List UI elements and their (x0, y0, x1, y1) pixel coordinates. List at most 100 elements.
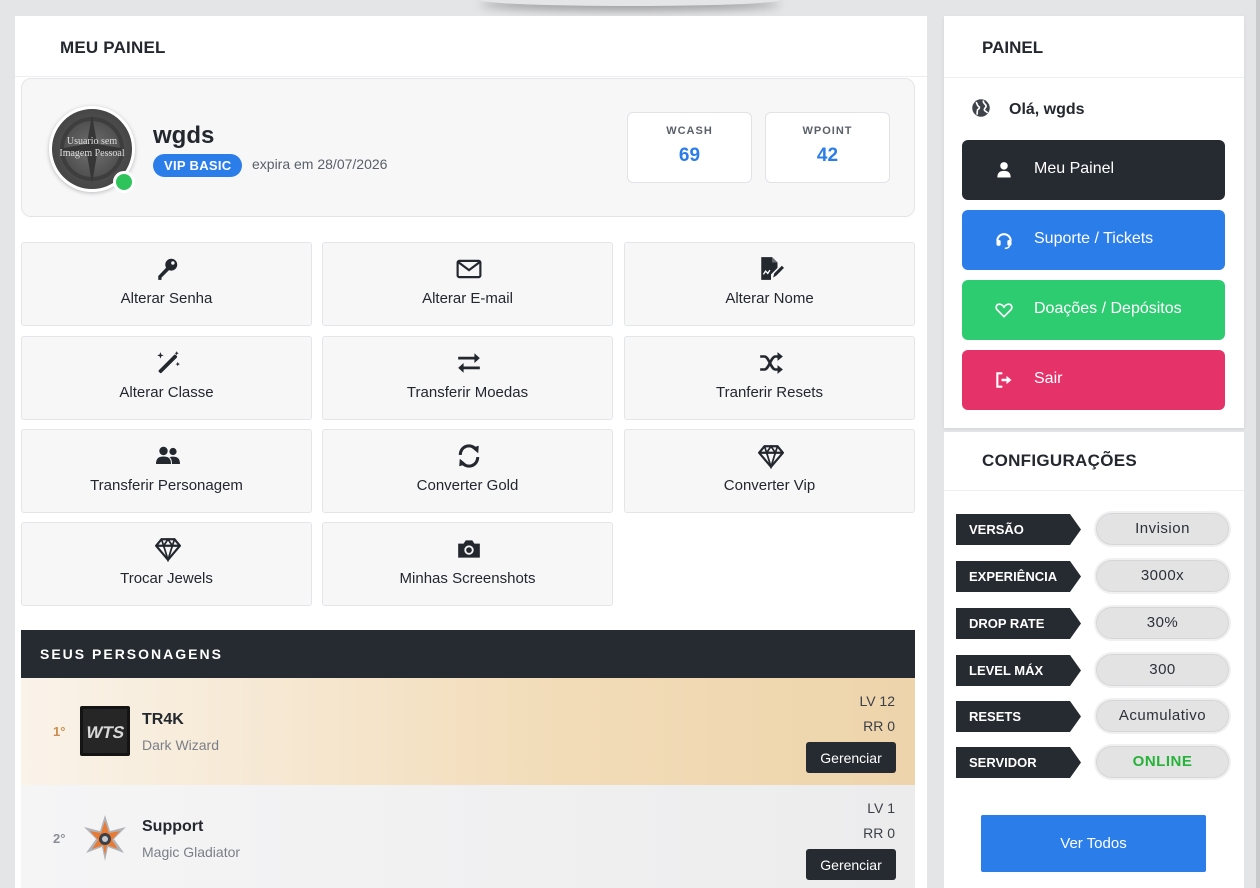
scrollbar[interactable] (1256, 0, 1260, 888)
action-alterar-classe[interactable]: Alterar Classe (21, 336, 312, 420)
tile-label: Transferir Personagem (90, 477, 243, 494)
tile-label: Converter Vip (723, 477, 816, 494)
config-label: EXPERIÊNCIA (956, 561, 1081, 592)
config-value: 300 (1094, 652, 1231, 688)
greeting-text: Olá, wgds (1009, 101, 1085, 118)
gladiator-emblem-icon (84, 815, 126, 861)
config-label: LEVEL MÁX (956, 655, 1081, 686)
server-status-value: ONLINE (1094, 744, 1231, 780)
menu-meu-painel[interactable]: Meu Painel (962, 140, 1225, 200)
heart-icon (995, 303, 1013, 318)
svg-text:WTS: WTS (84, 722, 126, 742)
tile-label: Tranferir Resets (716, 384, 823, 401)
diamond-icon (758, 444, 784, 469)
character-class-image (80, 813, 130, 863)
user-icon (997, 162, 1011, 178)
tile-label: Alterar Nome (725, 290, 814, 307)
key-icon (158, 258, 178, 280)
config-label: SERVIDOR (956, 747, 1081, 778)
exchange-arrows-icon (458, 353, 480, 373)
envelope-icon (456, 259, 482, 279)
divider (944, 490, 1244, 491)
profile-card: Usuario sem Imagem Pessoal wgds VIP BASI… (21, 78, 915, 217)
action-transferir-personagem[interactable]: Transferir Personagem (21, 429, 312, 513)
stat-value: 69 (678, 145, 701, 166)
character-rank: 1° (53, 724, 66, 739)
config-value: Invision (1094, 511, 1231, 547)
main-panel: MEU PAINEL Usuario sem Imagem Pessoal wg… (15, 16, 927, 888)
page-title: MEU PAINEL (60, 38, 166, 57)
wts-logo-icon: WTS (80, 706, 130, 756)
character-rank: 2° (53, 831, 66, 846)
diamond-icon (155, 537, 181, 562)
character-resets: RR 0 (863, 718, 895, 734)
manage-character-button[interactable]: Gerenciar (806, 742, 896, 773)
menu-label: Suporte / Tickets (1034, 230, 1154, 247)
edit-document-icon (761, 257, 784, 280)
character-level: LV 12 (859, 693, 895, 709)
action-transferir-resets[interactable]: Tranferir Resets (624, 336, 915, 420)
tile-label: Transferir Moedas (406, 384, 529, 401)
users-icon (156, 446, 180, 464)
action-minhas-screenshots[interactable]: Minhas Screenshots (322, 522, 613, 606)
menu-doacoes-depositos[interactable]: Doações / Depósitos (962, 280, 1225, 340)
config-label: DROP RATE (956, 608, 1081, 639)
action-converter-gold[interactable]: Converter Gold (322, 429, 613, 513)
view-all-button[interactable]: Ver Todos (981, 815, 1206, 872)
action-alterar-senha[interactable]: Alterar Senha (21, 242, 312, 326)
camera-icon (458, 540, 480, 558)
tile-label: Trocar Jewels (120, 570, 213, 587)
characters-title: SEUS PERSONAGENS (40, 646, 223, 662)
action-alterar-email[interactable]: Alterar E-mail (322, 242, 613, 326)
character-row: 1° WTS TR4K Dark Wizard LV 12 RR 0 Geren… (21, 678, 915, 785)
menu-suporte-tickets[interactable]: Suporte / Tickets (962, 210, 1225, 270)
top-shadow (480, 0, 780, 6)
menu-label: Doações / Depósitos (1034, 300, 1182, 317)
avatar-placeholder-text: Usuario sem Imagem Pessoal (59, 136, 125, 159)
username: wgds (153, 122, 215, 149)
divider (944, 77, 1244, 78)
wcash-stat: WCASH 69 (627, 112, 752, 183)
manage-character-button[interactable]: Gerenciar (806, 849, 896, 880)
config-value: Acumulativo (1094, 698, 1231, 734)
action-transferir-moedas[interactable]: Transferir Moedas (322, 336, 613, 420)
panel-title: PAINEL (982, 38, 1044, 57)
character-name: TR4K (142, 711, 184, 728)
config-panel: CONFIGURAÇÕES VERSÃO Invision EXPERIÊNCI… (944, 432, 1244, 888)
config-title: CONFIGURAÇÕES (982, 451, 1138, 470)
tile-label: Alterar E-mail (422, 290, 513, 307)
stat-label: WPOINT (802, 125, 853, 137)
config-value: 30% (1094, 605, 1231, 641)
tile-label: Minhas Screenshots (399, 570, 536, 587)
shuffle-icon (760, 352, 783, 374)
vip-badge: VIP BASIC (153, 154, 243, 177)
magic-wand-icon (157, 351, 180, 374)
action-trocar-jewels[interactable]: Trocar Jewels (21, 522, 312, 606)
config-label: VERSÃO (956, 514, 1081, 545)
stat-value: 42 (816, 145, 839, 166)
config-label: RESETS (956, 701, 1081, 732)
online-status-dot (113, 171, 135, 193)
character-class: Dark Wizard (142, 737, 220, 753)
menu-sair[interactable]: Sair (962, 350, 1225, 410)
character-class: Magic Gladiator (142, 844, 241, 860)
tile-label: Alterar Senha (120, 290, 213, 307)
vip-expiry: expira em 28/07/2026 (252, 156, 388, 172)
sync-icon (458, 444, 480, 468)
divider (15, 76, 927, 77)
action-alterar-nome[interactable]: Alterar Nome (624, 242, 915, 326)
tile-label: Converter Gold (416, 477, 519, 494)
menu-label: Meu Painel (1034, 160, 1115, 177)
character-class-image: WTS (80, 706, 130, 756)
character-level: LV 1 (867, 800, 895, 816)
action-converter-vip[interactable]: Converter Vip (624, 429, 915, 513)
wpoint-stat: WPOINT 42 (765, 112, 890, 183)
sign-out-icon (996, 372, 1012, 388)
character-resets: RR 0 (863, 825, 895, 841)
characters-header: SEUS PERSONAGENS (21, 630, 915, 678)
menu-label: Sair (1034, 370, 1063, 387)
character-name: Support (142, 818, 204, 835)
globe-icon (972, 99, 990, 117)
side-panel: PAINEL Olá, wgds Meu Painel Suporte / Ti… (944, 16, 1244, 428)
config-value: 3000x (1094, 558, 1231, 594)
